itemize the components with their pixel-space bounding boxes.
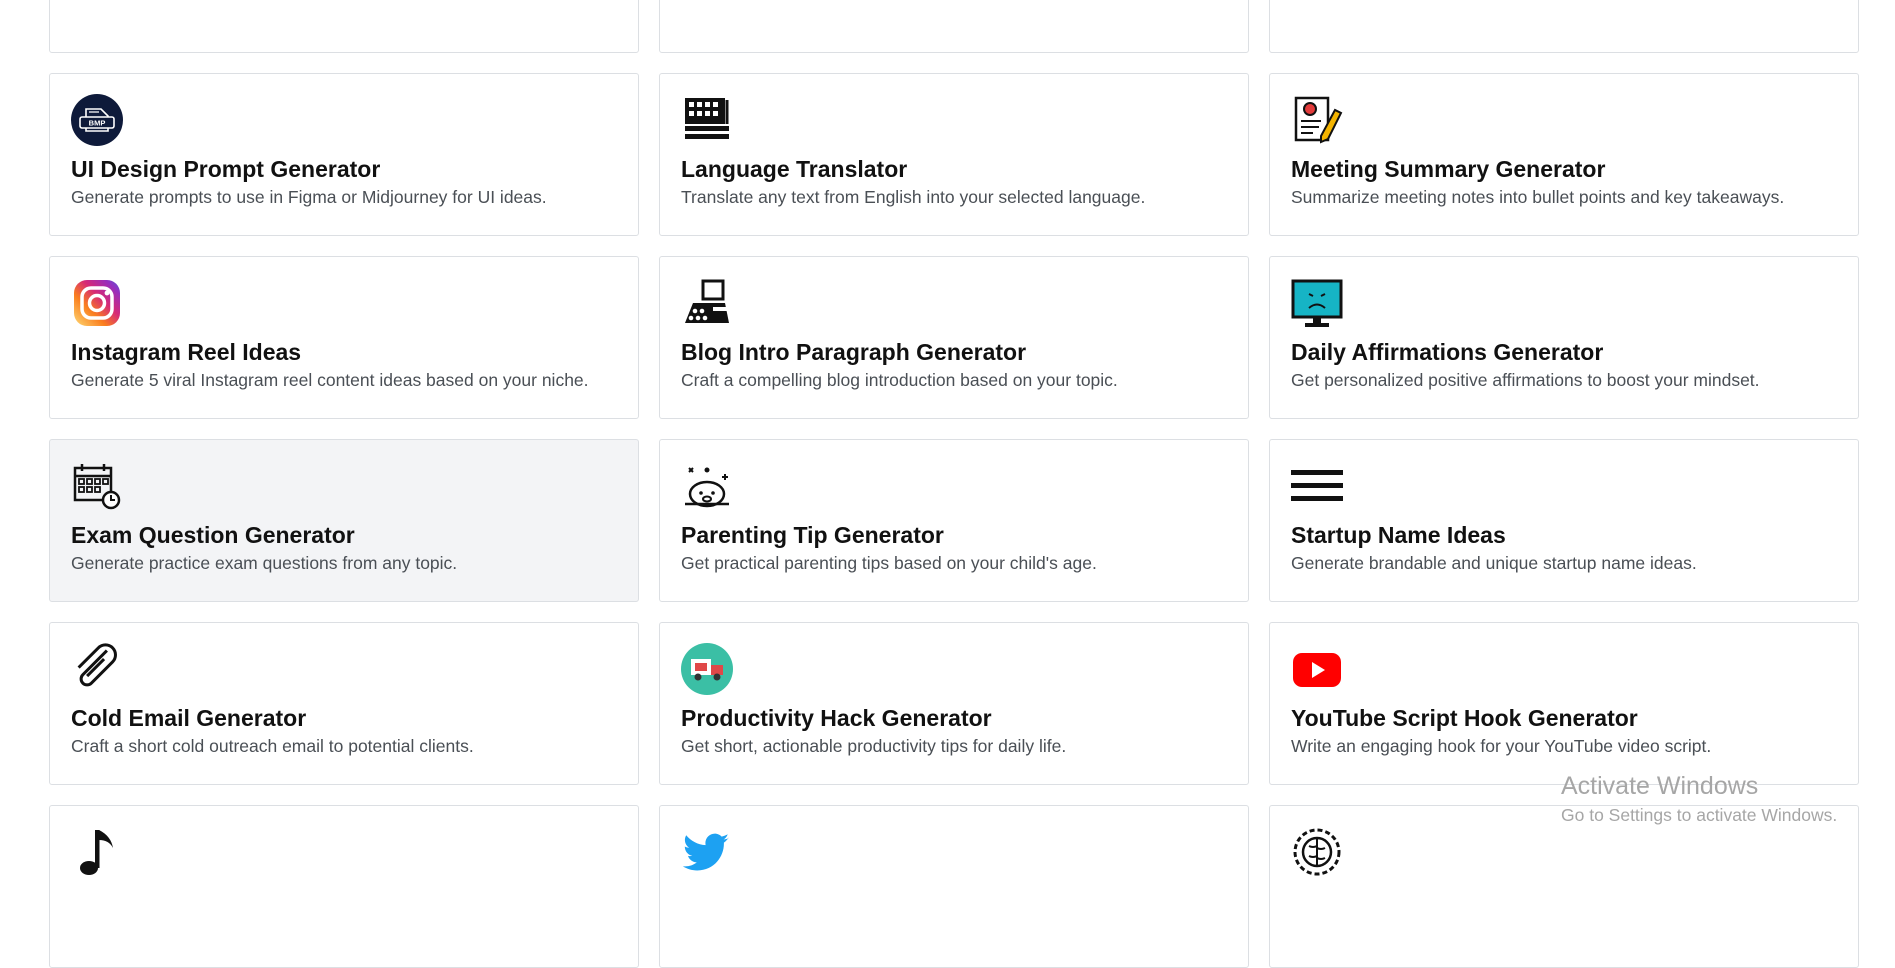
tool-card-meeting-summary-generator[interactable]: Meeting Summary Generator Summarize meeti… (1269, 73, 1859, 236)
tool-card-title: Meeting Summary Generator (1291, 156, 1606, 182)
tool-card-ui-design-prompt-generator[interactable]: BMP UI Design Prompt Generator Generate pr… (49, 73, 639, 236)
tool-card-title: Startup Name Ideas (1291, 522, 1506, 548)
tool-card-description: Translate any text from English into you… (681, 187, 1146, 207)
music-note-icon (71, 826, 123, 878)
document-pencil-icon (1291, 94, 1343, 146)
tool-card-description: Get personalized positive affirmations t… (1291, 370, 1760, 390)
tool-card-description: Generate prompts to use in Figma or Midj… (71, 187, 547, 207)
tool-card-health-icon[interactable]: Get 5 daily health and wellness tips bas… (659, 0, 1249, 53)
tool-card-description: Get practical parenting tips based on yo… (681, 553, 1097, 573)
tool-card-title: Instagram Reel Ideas (71, 339, 302, 365)
tool-card-description: Write an engaging hook for your YouTube … (1291, 736, 1712, 756)
tool-card-music-note-icon[interactable] (49, 805, 639, 968)
sad-monitor-icon (1291, 277, 1343, 329)
tool-card-description: Generate brandable and unique startup na… (1291, 553, 1697, 573)
tool-card-title: Productivity Hack Generator (681, 705, 992, 731)
tool-card-brain-gear-icon[interactable] (1269, 805, 1859, 968)
tool-card-productivity-hack-generator[interactable]: Productivity Hack Generator Get short, ac… (659, 622, 1249, 785)
tool-card-cold-email-generator[interactable]: Cold Email Generator Craft a short cold o… (49, 622, 639, 785)
tool-card-description: Summarize meeting notes into bullet poin… (1291, 187, 1785, 207)
tools-grid: Summarize any topic into concise, bullet… (49, 0, 1859, 968)
menu-icon (1291, 460, 1343, 512)
youtube-icon (1291, 643, 1343, 695)
tool-card-title: UI Design Prompt Generator (71, 156, 381, 182)
delivery-truck-icon (681, 643, 733, 695)
bmp-file-icon: BMP (71, 94, 123, 146)
instagram-icon (71, 277, 123, 329)
brain-gear-icon (1291, 826, 1343, 878)
tool-card-youtube-script-hook-generator[interactable]: YouTube Script Hook Generator Write an en… (1269, 622, 1859, 785)
tool-card-exam-question-generator[interactable]: Exam Question Generator Generate practice… (49, 439, 639, 602)
twitter-icon (681, 826, 733, 878)
calendar-clock-icon (71, 460, 123, 512)
tool-card-language-translator[interactable]: Language Translator Translate any text fr… (659, 73, 1249, 236)
tool-card-title: YouTube Script Hook Generator (1291, 705, 1638, 731)
tool-card-story-icon[interactable]: Generate a creative story plot based on … (1269, 0, 1859, 53)
tool-card-description: Generate 5 viral Instagram reel content … (71, 370, 589, 390)
tool-card-instagram-reel-ideas[interactable]: Instagram Reel Ideas Generate 5 viral Ins… (49, 256, 639, 419)
tool-card-title: Language Translator (681, 156, 908, 182)
tool-card-description: Generate practice exam questions from an… (71, 553, 458, 573)
tool-card-description: Craft a compelling blog introduction bas… (681, 370, 1118, 390)
typewriter-icon (681, 277, 733, 329)
tool-card-twitter-icon[interactable] (659, 805, 1249, 968)
tool-card-daily-affirmations-generator[interactable]: Daily Affirmations Generator Get personal… (1269, 256, 1859, 419)
tool-card-title: Parenting Tip Generator (681, 522, 944, 548)
baby-icon (681, 460, 733, 512)
tool-card-notes-icon[interactable]: Summarize any topic into concise, bullet… (49, 0, 639, 53)
tool-card-title: Blog Intro Paragraph Generator (681, 339, 1027, 365)
tool-card-startup-name-ideas[interactable]: Startup Name Ideas Generate brandable and… (1269, 439, 1859, 602)
tool-card-description: Get short, actionable productivity tips … (681, 736, 1067, 756)
paperclip-icon (71, 643, 123, 695)
tool-card-title: Cold Email Generator (71, 705, 307, 731)
tool-card-blog-intro-paragraph-generator[interactable]: Blog Intro Paragraph Generator Craft a co… (659, 256, 1249, 419)
svg-text:BMP: BMP (89, 119, 106, 128)
tool-card-parenting-tip-generator[interactable]: Parenting Tip Generator Get practical par… (659, 439, 1249, 602)
tool-card-title: Exam Question Generator (71, 522, 355, 548)
tool-card-title: Daily Affirmations Generator (1291, 339, 1604, 365)
books-icon (681, 94, 733, 146)
tool-card-description: Craft a short cold outreach email to pot… (71, 736, 474, 756)
